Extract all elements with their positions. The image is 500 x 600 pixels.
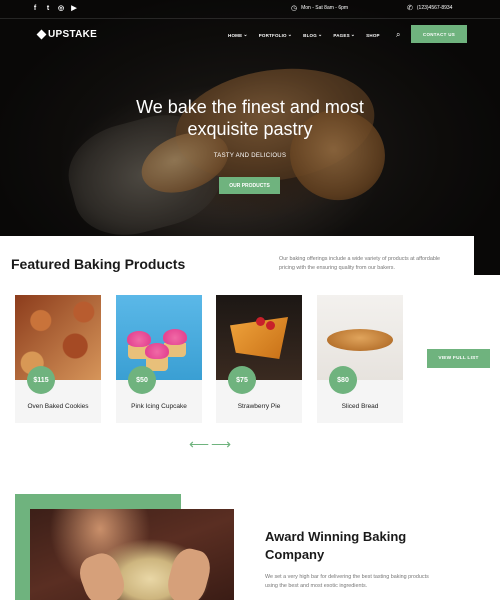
product-name: Pink Icing Cupcake bbox=[131, 403, 187, 410]
product-image-pie bbox=[216, 295, 302, 380]
view-full-list-button[interactable]: VIEW FULL LIST bbox=[427, 349, 490, 368]
product-card[interactable]: $50 Pink Icing Cupcake bbox=[116, 295, 202, 423]
nav-item-label: PORTFOLIO bbox=[258, 32, 287, 38]
award-title: Award Winning Baking Company bbox=[265, 528, 475, 564]
hero-title-line: We bake the finest and most bbox=[136, 97, 364, 117]
award-photo bbox=[30, 509, 234, 600]
price-badge: $50 bbox=[128, 366, 156, 394]
social-links: f t ◎ ▶ bbox=[31, 4, 78, 13]
hero-title-line: exquisite pastry bbox=[187, 119, 313, 139]
logo-mark-icon bbox=[36, 29, 47, 40]
featured-description: Our baking offerings include a wide vari… bbox=[279, 256, 441, 271]
nav-item-shop[interactable]: SHOP bbox=[366, 32, 380, 38]
chevron-down-icon: ⌄ bbox=[287, 32, 293, 38]
nav-item-home[interactable]: HOME ⌄ bbox=[228, 32, 248, 38]
clock-icon: ◷ bbox=[291, 5, 298, 12]
product-image-cookies bbox=[15, 295, 101, 380]
prev-arrow-icon[interactable]: ⟵ bbox=[189, 437, 209, 451]
hero-section: f t ◎ ▶ ◷ Mon - Sat 8am - 6pm ✆ (123)456… bbox=[0, 0, 500, 275]
nav-item-pages[interactable]: PAGES ⌄ bbox=[333, 32, 355, 38]
featured-title: Featured Baking Products bbox=[11, 256, 186, 272]
nav-item-label: HOME bbox=[228, 32, 243, 38]
product-image-cupcake bbox=[116, 295, 202, 380]
product-card[interactable]: $75 Strawberry Pie bbox=[216, 295, 302, 423]
top-bar: f t ◎ ▶ ◷ Mon - Sat 8am - 6pm ✆ (123)456… bbox=[0, 0, 500, 19]
product-card[interactable]: $80 Sliced Bread bbox=[317, 295, 403, 423]
product-name: Oven Baked Cookies bbox=[27, 403, 89, 410]
award-description: We set a very high bar for delivering th… bbox=[265, 574, 429, 589]
nav-item-label: PAGES bbox=[333, 32, 350, 38]
phone-number[interactable]: ✆ (123)4567-8934 bbox=[407, 4, 452, 13]
price-badge: $80 bbox=[329, 366, 357, 394]
chevron-down-icon: ⌄ bbox=[317, 32, 323, 38]
contact-us-button[interactable]: CONTACT US bbox=[411, 25, 467, 43]
logo-text: UPSTAKE bbox=[48, 29, 98, 40]
facebook-icon[interactable]: f bbox=[31, 4, 39, 13]
nav-item-label: SHOP bbox=[366, 32, 380, 38]
product-name: Strawberry Pie bbox=[237, 403, 281, 410]
price-badge: $75 bbox=[228, 366, 256, 394]
product-image-bread bbox=[317, 295, 403, 380]
phone-icon: ✆ bbox=[407, 5, 413, 12]
nav-item-label: BLOG bbox=[303, 32, 317, 38]
nav-item-portfolio[interactable]: PORTFOLIO ⌄ bbox=[259, 32, 292, 38]
product-name: Sliced Bread bbox=[341, 403, 379, 410]
instagram-icon[interactable]: ◎ bbox=[57, 4, 65, 13]
hero-title: We bake the finest and most exquisite pa… bbox=[100, 96, 400, 140]
next-arrow-icon[interactable]: ⟶ bbox=[211, 437, 231, 451]
chevron-down-icon: ⌄ bbox=[243, 32, 248, 38]
award-title-line: Company bbox=[265, 547, 325, 562]
nav-item-blog[interactable]: BLOG ⌄ bbox=[303, 32, 322, 38]
youtube-icon[interactable]: ▶ bbox=[70, 4, 78, 13]
award-title-line: Award Winning Baking bbox=[265, 529, 407, 544]
phone-number-text: (123)4567-8934 bbox=[416, 5, 453, 11]
opening-hours: ◷ Mon - Sat 8am - 6pm bbox=[291, 4, 348, 13]
twitter-icon[interactable]: t bbox=[44, 4, 52, 13]
our-products-button[interactable]: OUR PRODUCTS bbox=[219, 177, 280, 194]
main-nav: HOME ⌄ PORTFOLIO ⌄ BLOG ⌄ PAGES ⌄ SHOP bbox=[228, 32, 380, 38]
product-card[interactable]: $115 Oven Baked Cookies bbox=[15, 295, 101, 423]
site-logo[interactable]: UPSTAKE bbox=[36, 29, 98, 40]
opening-hours-text: Mon - Sat 8am - 6pm bbox=[301, 5, 349, 11]
hero-subtitle: TASTY AND DELICIOUS bbox=[213, 153, 287, 159]
search-icon[interactable]: ⌕ bbox=[396, 30, 400, 40]
price-badge: $115 bbox=[27, 366, 55, 394]
chevron-down-icon: ⌄ bbox=[350, 32, 356, 38]
